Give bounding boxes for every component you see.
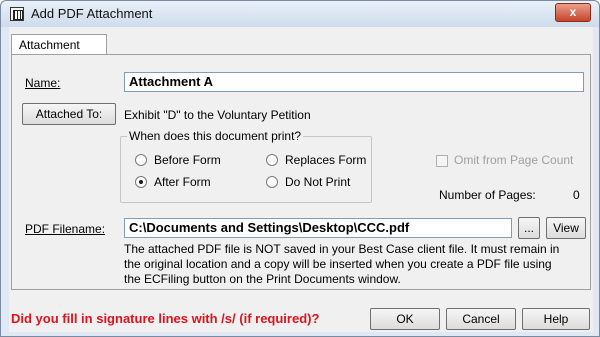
pages-value: 0 bbox=[573, 188, 580, 202]
pdf-filename-label: PDF Filename: bbox=[25, 222, 106, 236]
close-button[interactable]: x bbox=[555, 3, 591, 22]
signature-warning: Did you fill in signature lines with /s/… bbox=[11, 311, 320, 326]
name-label: Name: bbox=[25, 76, 61, 90]
info-line: the original location and a copy will be… bbox=[124, 257, 552, 271]
browse-button[interactable]: ... bbox=[518, 217, 540, 239]
help-button[interactable]: Help bbox=[522, 308, 590, 330]
radio-do-not-print[interactable] bbox=[266, 176, 278, 188]
app-icon bbox=[10, 7, 24, 21]
ok-button[interactable]: OK bbox=[370, 308, 440, 330]
view-button[interactable]: View bbox=[546, 217, 586, 239]
close-icon: x bbox=[569, 5, 577, 19]
print-group-title: When does this document print? bbox=[127, 129, 304, 143]
dialog-body: Attachment Name: Attachment A Attached T… bbox=[9, 27, 593, 332]
radio-replaces-form[interactable] bbox=[266, 154, 278, 166]
name-field[interactable]: Attachment A bbox=[124, 72, 584, 92]
radio-replaces-form-label: Replaces Form bbox=[285, 153, 367, 167]
tab-attachment[interactable]: Attachment bbox=[11, 34, 107, 55]
radio-after-form-label: After Form bbox=[154, 175, 211, 189]
attached-to-button[interactable]: Attached To: bbox=[22, 103, 116, 125]
dialog-window: Add PDF Attachment x Attachment Name: At… bbox=[0, 0, 600, 337]
radio-do-not-print-label: Do Not Print bbox=[285, 175, 351, 189]
cancel-button[interactable]: Cancel bbox=[446, 308, 516, 330]
radio-after-form[interactable] bbox=[135, 176, 147, 188]
info-text: The attached PDF file is NOT saved in yo… bbox=[124, 242, 559, 287]
radio-before-form-label: Before Form bbox=[154, 153, 221, 167]
tab-panel: Name: Attachment A Attached To: Exhibit … bbox=[11, 54, 591, 290]
pdf-filename-field[interactable]: C:\Documents and Settings\Desktop\CCC.pd… bbox=[124, 218, 512, 238]
attached-to-value: Exhibit "D" to the Voluntary Petition bbox=[124, 108, 311, 122]
radio-before-form[interactable] bbox=[135, 154, 147, 166]
omit-page-count-checkbox[interactable] bbox=[436, 155, 448, 167]
pages-label: Number of Pages: bbox=[439, 188, 536, 202]
title-bar[interactable]: Add PDF Attachment x bbox=[1, 1, 599, 27]
print-option-group: When does this document print? Before Fo… bbox=[120, 129, 372, 203]
info-line: the ECFiling button on the Print Documen… bbox=[124, 272, 401, 286]
window-title: Add PDF Attachment bbox=[31, 6, 153, 21]
info-line: The attached PDF file is NOT saved in yo… bbox=[124, 242, 560, 256]
omit-page-count-label: Omit from Page Count bbox=[454, 153, 574, 167]
